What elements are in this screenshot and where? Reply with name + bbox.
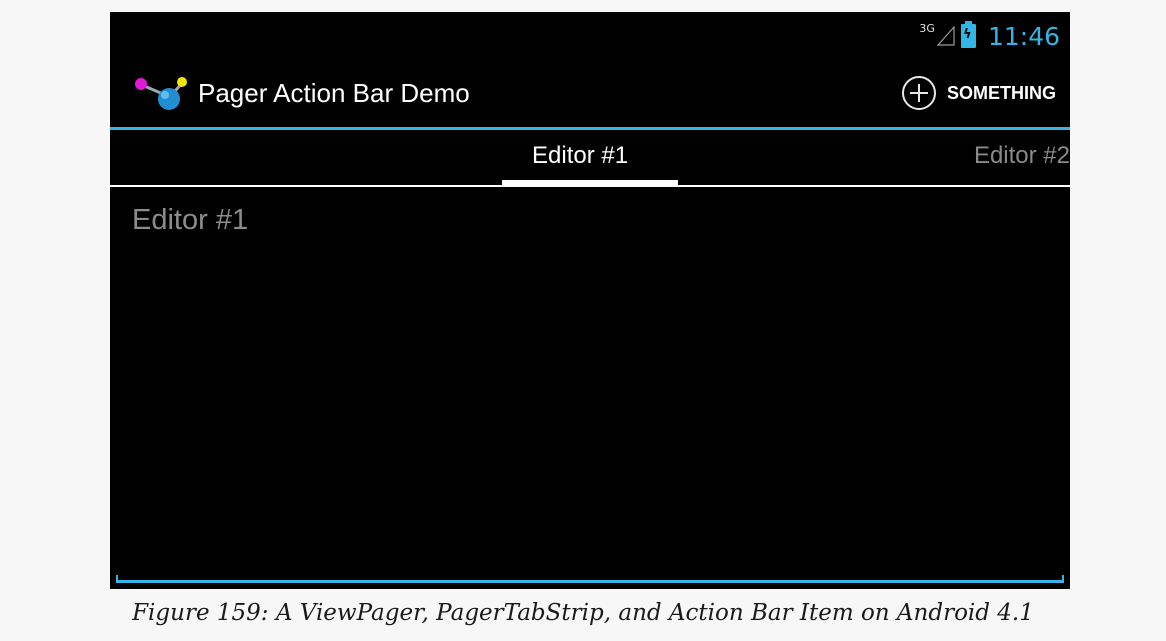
- figure-caption: Figure 159: A ViewPager, PagerTabStrip, …: [132, 600, 1034, 626]
- network-type-label: 3G: [919, 21, 935, 35]
- status-clock: 11:46: [987, 21, 1060, 51]
- signal-icon: [936, 26, 955, 46]
- status-bar: 3G ϟ 11:46: [110, 12, 1070, 58]
- add-circle-icon: [901, 76, 936, 110]
- action-bar: Pager Action Bar Demo SOMETHING: [110, 58, 1070, 130]
- status-icons: 3G ϟ 11:46: [919, 18, 1060, 54]
- tab-editor-2[interactable]: Editor #2: [974, 142, 1070, 170]
- pager-content: [110, 187, 1070, 589]
- app-title: Pager Action Bar Demo: [198, 78, 470, 108]
- pager-tab-strip: Editor #1 Editor #2: [110, 130, 1070, 187]
- device-screen: 3G ϟ 11:46 Pager Action Bar Demo SOMETHI…: [110, 12, 1070, 589]
- tab-editor-1[interactable]: Editor #1: [532, 142, 628, 170]
- charging-bolt-glyph: ϟ: [962, 27, 972, 42]
- editor-text-field[interactable]: [110, 187, 1070, 589]
- battery-charging-icon: ϟ: [960, 21, 976, 48]
- edit-text-underline: [116, 575, 1064, 583]
- something-action-label: SOMETHING: [946, 82, 1056, 103]
- tab-indicator: [502, 180, 678, 186]
- something-action-button[interactable]: SOMETHING: [901, 74, 1056, 112]
- app-icon[interactable]: [132, 75, 190, 113]
